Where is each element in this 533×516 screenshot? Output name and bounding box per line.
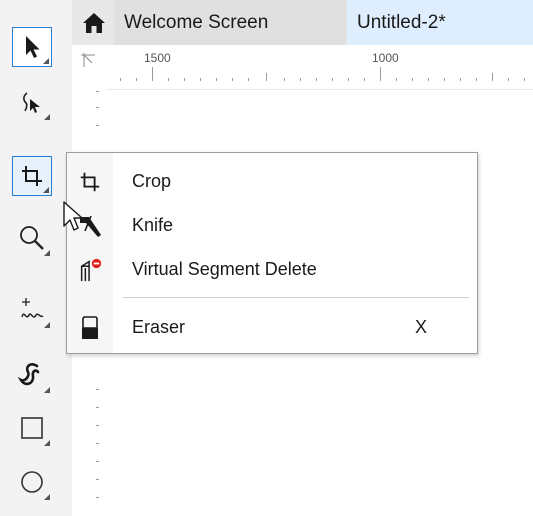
ruler-minor-tick bbox=[96, 497, 99, 498]
ruler-minor-tick bbox=[396, 78, 397, 81]
artistic-media-icon bbox=[17, 363, 40, 386]
freehand-curve-icon bbox=[21, 298, 44, 318]
toolbox bbox=[0, 0, 73, 516]
ruler-minor-tick bbox=[316, 78, 317, 81]
tab-label: Welcome Screen bbox=[124, 11, 269, 33]
ruler-minor-tick bbox=[444, 78, 445, 81]
mouse-pointer-icon bbox=[63, 201, 83, 231]
ruler-minor-tick bbox=[476, 78, 477, 81]
flyout-indicator bbox=[44, 114, 50, 120]
virtual-segment-delete-icon bbox=[80, 258, 102, 282]
ruler-minor-tick bbox=[508, 78, 509, 81]
tab-welcome-screen[interactable]: Welcome Screen bbox=[114, 0, 346, 45]
ruler-minor-tick bbox=[248, 78, 249, 81]
ruler-minor-tick bbox=[136, 78, 137, 81]
ruler-mid-tick bbox=[492, 73, 493, 81]
ruler-minor-tick bbox=[300, 78, 301, 81]
crop-icon bbox=[22, 166, 42, 186]
freehand-pick-icon bbox=[23, 92, 40, 113]
artistic-media-tool-button[interactable] bbox=[12, 355, 52, 395]
ruler-minor-tick bbox=[348, 78, 349, 81]
menu-icon-slot bbox=[77, 257, 103, 283]
document-tab-bar: Welcome Screen Untitled-2* bbox=[72, 0, 533, 45]
ruler-minor-tick bbox=[96, 107, 99, 108]
menu-item-shortcut: X bbox=[415, 317, 428, 337]
ruler-minor-tick bbox=[200, 78, 201, 81]
ruler-major-tick bbox=[380, 67, 381, 81]
ruler-minor-tick bbox=[332, 78, 333, 81]
crop-tool-button[interactable] bbox=[12, 156, 52, 196]
ruler-minor-tick bbox=[232, 78, 233, 81]
horizontal-ruler[interactable]: 1500 1000 bbox=[72, 45, 533, 90]
ruler-minor-tick bbox=[96, 461, 99, 462]
ruler-minor-tick bbox=[412, 78, 413, 81]
ruler-minor-tick bbox=[96, 91, 99, 92]
tab-untitled-2[interactable]: Untitled-2* bbox=[347, 0, 533, 45]
home-icon bbox=[83, 12, 105, 33]
ellipse-icon bbox=[21, 471, 43, 493]
ruler-label: 1000 bbox=[372, 51, 399, 65]
flyout-indicator bbox=[44, 494, 50, 500]
flyout-indicator bbox=[43, 187, 49, 193]
menu-item-label: Crop bbox=[132, 171, 172, 191]
menu-icon-slot bbox=[77, 315, 103, 341]
menu-item-label: Virtual Segment Delete bbox=[132, 259, 317, 279]
menu-item-virtual-segment-delete[interactable]: Virtual Segment Delete bbox=[67, 249, 477, 289]
ruler-minor-tick bbox=[96, 125, 99, 126]
freehand-tool-button[interactable] bbox=[12, 290, 52, 330]
ruler-minor-tick bbox=[120, 78, 121, 81]
pick-tool-button[interactable] bbox=[12, 27, 52, 67]
ruler-minor-tick bbox=[184, 78, 185, 81]
flyout-indicator bbox=[44, 322, 50, 328]
ruler-major-tick bbox=[152, 67, 153, 81]
ruler-origin-icon[interactable] bbox=[80, 52, 96, 68]
crop-icon bbox=[80, 172, 100, 192]
freehand-pick-tool-button[interactable] bbox=[12, 82, 52, 122]
ruler-minor-tick bbox=[96, 443, 99, 444]
eraser-icon bbox=[82, 316, 98, 339]
ruler-minor-tick bbox=[460, 78, 461, 81]
rectangle-icon bbox=[21, 417, 43, 439]
ellipse-tool-button[interactable] bbox=[12, 462, 52, 502]
ruler-mid-tick bbox=[266, 73, 267, 81]
ruler-minor-tick bbox=[96, 407, 99, 408]
zoom-icon bbox=[20, 226, 44, 250]
ruler-minor-tick bbox=[524, 78, 525, 81]
tab-label: Untitled-2* bbox=[357, 11, 446, 33]
home-tab[interactable] bbox=[72, 0, 116, 45]
menu-icon-slot bbox=[77, 169, 103, 195]
menu-item-label: Eraser bbox=[132, 317, 186, 337]
zoom-tool-button[interactable] bbox=[12, 218, 52, 258]
menu-item-crop[interactable]: Crop bbox=[67, 161, 477, 201]
menu-item-label: Knife bbox=[132, 215, 174, 235]
crop-tools-flyout-menu: Crop Knife Virtual Segment Delete Eraser… bbox=[66, 152, 478, 354]
ruler-minor-tick bbox=[216, 78, 217, 81]
flyout-indicator bbox=[43, 58, 49, 64]
ruler-minor-tick bbox=[284, 78, 285, 81]
rectangle-tool-button[interactable] bbox=[12, 408, 52, 448]
menu-item-eraser[interactable]: Eraser X bbox=[67, 307, 477, 347]
ruler-minor-tick bbox=[96, 389, 99, 390]
flyout-indicator bbox=[44, 387, 50, 393]
pick-arrow-icon bbox=[26, 36, 40, 58]
ruler-minor-tick bbox=[168, 78, 169, 81]
menu-separator bbox=[123, 297, 469, 298]
ruler-minor-tick bbox=[96, 479, 99, 480]
ruler-minor-tick bbox=[428, 78, 429, 81]
flyout-indicator bbox=[44, 250, 50, 256]
ruler-minor-tick bbox=[96, 425, 99, 426]
ruler-minor-tick bbox=[364, 78, 365, 81]
flyout-indicator bbox=[44, 440, 50, 446]
ruler-label: 1500 bbox=[144, 51, 171, 65]
menu-item-knife[interactable]: Knife bbox=[67, 205, 477, 245]
